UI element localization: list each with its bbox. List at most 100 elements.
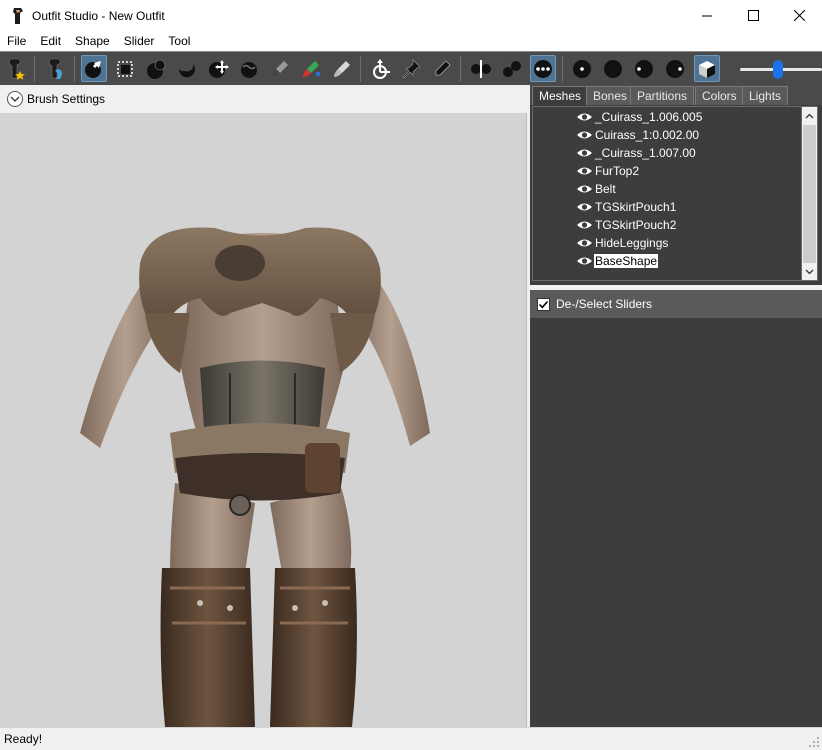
checkmark-icon bbox=[538, 300, 549, 308]
view-right-button[interactable] bbox=[662, 55, 688, 82]
select-brush-icon bbox=[85, 60, 101, 78]
eye-icon[interactable] bbox=[576, 129, 593, 141]
mesh-name: TGSkirtPouch1 bbox=[595, 199, 677, 214]
mesh-name: _Cuirass_1.006.005 bbox=[595, 109, 703, 124]
deselect-sliders-checkbox[interactable] bbox=[537, 297, 550, 311]
global-brush-button[interactable] bbox=[530, 55, 556, 82]
scroll-up-button[interactable] bbox=[802, 107, 817, 124]
eye-icon[interactable] bbox=[576, 111, 593, 123]
brush-settings-label: Brush Settings bbox=[27, 92, 106, 106]
eye-icon[interactable] bbox=[576, 183, 593, 195]
toolbar-separator bbox=[562, 56, 563, 82]
menu-edit[interactable]: Edit bbox=[33, 31, 68, 51]
chevron-up-icon bbox=[805, 113, 814, 118]
transform-button[interactable] bbox=[367, 55, 393, 82]
3d-viewport[interactable] bbox=[0, 113, 527, 727]
mesh-name: HideLeggings bbox=[595, 235, 669, 250]
panel-tabs: Meshes Bones Partitions Colors Lights bbox=[530, 85, 822, 105]
scroll-down-button[interactable] bbox=[802, 263, 817, 280]
inflate-brush-button[interactable] bbox=[143, 55, 169, 82]
mesh-list-scrollbar[interactable] bbox=[801, 106, 818, 281]
select-brush-button[interactable] bbox=[81, 55, 107, 82]
list-item[interactable]: FurTop2 bbox=[576, 162, 640, 179]
tab-bones[interactable]: Bones bbox=[586, 86, 635, 105]
transform-icon bbox=[373, 58, 390, 79]
menu-file[interactable]: File bbox=[0, 31, 33, 51]
pivot-button[interactable] bbox=[398, 55, 424, 82]
mesh-name: _Cuirass_1.007.00 bbox=[595, 145, 696, 160]
menu-tool[interactable]: Tool bbox=[161, 31, 197, 51]
eye-icon[interactable] bbox=[576, 147, 593, 159]
list-item[interactable]: _Cuirass_1.007.00 bbox=[576, 144, 697, 161]
chevron-down-icon[interactable] bbox=[7, 91, 23, 107]
vertex-edit-button[interactable] bbox=[429, 55, 455, 82]
mesh-name: Cuirass_1:0.002.00 bbox=[595, 127, 700, 142]
menu-bar: File Edit Shape Slider Tool bbox=[0, 31, 822, 51]
status-text: Ready! bbox=[4, 732, 43, 746]
eye-icon[interactable] bbox=[576, 165, 593, 177]
tab-lights[interactable]: Lights bbox=[742, 86, 789, 105]
inflate-brush-icon bbox=[147, 59, 166, 79]
scrollbar-thumb[interactable] bbox=[803, 125, 816, 263]
tab-colors[interactable]: Colors bbox=[695, 86, 744, 105]
status-bar: Ready! bbox=[0, 727, 822, 750]
view-back-button[interactable] bbox=[600, 55, 626, 82]
eye-icon[interactable] bbox=[576, 255, 593, 267]
vertex-edit-icon bbox=[435, 59, 451, 75]
global-brush-icon bbox=[534, 59, 552, 78]
move-brush-icon bbox=[209, 59, 229, 78]
maximize-button[interactable] bbox=[730, 0, 776, 31]
eye-icon[interactable] bbox=[576, 219, 593, 231]
close-button[interactable] bbox=[776, 0, 822, 31]
mask-brush-icon bbox=[117, 60, 133, 77]
chevron-down-icon bbox=[805, 269, 814, 274]
brush-settings-header[interactable]: Brush Settings bbox=[0, 85, 530, 113]
weight-brush-button[interactable] bbox=[267, 55, 293, 82]
tab-meshes[interactable]: Meshes bbox=[532, 86, 589, 105]
smooth-brush-icon bbox=[241, 61, 257, 78]
sliders-header: De-/Select Sliders bbox=[530, 290, 822, 318]
connected-only-button[interactable] bbox=[499, 55, 525, 82]
list-item[interactable]: TGSkirtPouch1 bbox=[576, 198, 677, 215]
deselect-sliders-label: De-/Select Sliders bbox=[556, 297, 653, 311]
window-title: Outfit Studio - New Outfit bbox=[32, 8, 165, 23]
load-outfit-button[interactable] bbox=[43, 55, 69, 82]
eye-icon[interactable] bbox=[576, 201, 593, 213]
mesh-name: BaseShape bbox=[594, 253, 659, 268]
view-front-button[interactable] bbox=[569, 55, 595, 82]
list-item[interactable]: BaseShape bbox=[576, 252, 659, 269]
list-item[interactable]: Belt bbox=[576, 180, 617, 197]
outfit-studio-logo-icon bbox=[8, 6, 28, 26]
alpha-brush-button[interactable] bbox=[329, 55, 355, 82]
toolbar-separator bbox=[360, 56, 361, 82]
mesh-name: TGSkirtPouch2 bbox=[595, 217, 677, 232]
list-item[interactable]: Cuirass_1:0.002.00 bbox=[576, 126, 700, 143]
list-item[interactable]: TGSkirtPouch2 bbox=[576, 216, 677, 233]
tab-partitions[interactable]: Partitions bbox=[630, 86, 695, 105]
resize-grip-icon[interactable] bbox=[808, 736, 820, 748]
perspective-icon bbox=[699, 60, 715, 78]
eye-icon[interactable] bbox=[576, 237, 593, 249]
list-item[interactable]: _Cuirass_1.006.005 bbox=[576, 108, 703, 125]
view-left-button[interactable] bbox=[631, 55, 657, 82]
maximize-icon bbox=[747, 10, 759, 21]
mirror-x-button[interactable] bbox=[468, 55, 494, 82]
color-brush-button[interactable] bbox=[298, 55, 324, 82]
menu-slider[interactable]: Slider bbox=[117, 31, 162, 51]
move-brush-button[interactable] bbox=[205, 55, 231, 82]
mask-brush-button[interactable] bbox=[112, 55, 138, 82]
list-item[interactable]: HideLeggings bbox=[576, 234, 669, 251]
deflate-brush-button[interactable] bbox=[174, 55, 200, 82]
mesh-name: Belt bbox=[595, 181, 616, 196]
perspective-button[interactable] bbox=[694, 55, 720, 82]
load-reference-icon bbox=[8, 58, 25, 80]
load-reference-button[interactable] bbox=[3, 55, 29, 82]
deflate-brush-icon bbox=[178, 63, 195, 77]
brush-size-slider-thumb[interactable] bbox=[773, 60, 783, 79]
alpha-brush-icon bbox=[334, 60, 350, 77]
close-icon bbox=[793, 10, 805, 21]
load-outfit-icon bbox=[48, 58, 62, 79]
smooth-brush-button[interactable] bbox=[236, 55, 262, 82]
menu-shape[interactable]: Shape bbox=[68, 31, 117, 51]
minimize-button[interactable] bbox=[684, 0, 730, 31]
